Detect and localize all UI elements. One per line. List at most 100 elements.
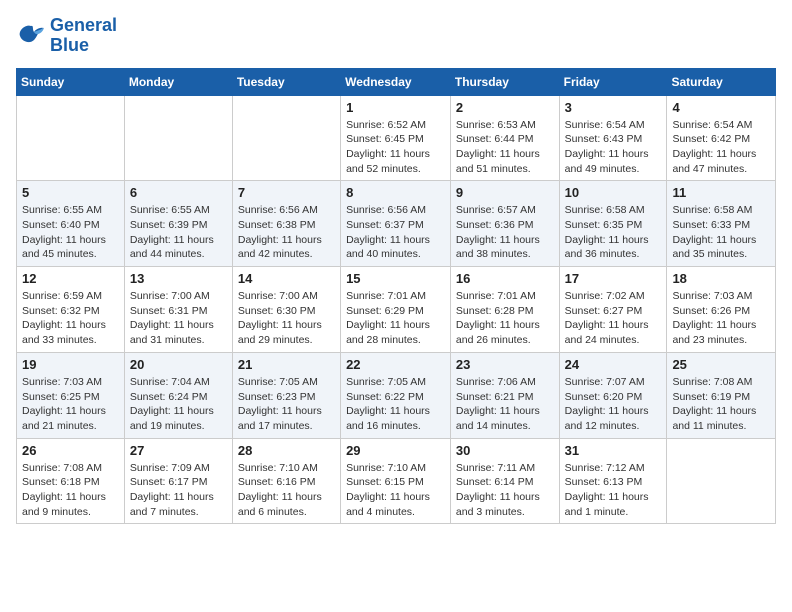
day-number: 16 xyxy=(456,271,554,286)
calendar-table: SundayMondayTuesdayWednesdayThursdayFrid… xyxy=(16,68,776,525)
calendar-cell: 4Sunrise: 6:54 AM Sunset: 6:42 PM Daylig… xyxy=(667,95,776,181)
day-info: Sunrise: 6:56 AM Sunset: 6:38 PM Dayligh… xyxy=(238,203,335,262)
calendar-cell: 10 Sunrise: 6:58 AM Sunset: 6:35 PM Dayli… xyxy=(559,181,667,267)
day-info: Sunrise: 7:08 AM Sunset: 6:19 PM Dayligh… xyxy=(672,375,770,434)
calendar-cell: 6Sunrise: 6:55 AM Sunset: 6:39 PM Daylig… xyxy=(124,181,232,267)
calendar-cell: 3 Sunrise: 6:54 AM Sunset: 6:43 PM Daylig… xyxy=(559,95,667,181)
day-number: 3 xyxy=(565,100,662,115)
weekday-friday: Friday xyxy=(559,68,667,95)
calendar-cell: 20Sunrise: 7:04 AM Sunset: 6:24 PM Dayli… xyxy=(124,352,232,438)
calendar-cell xyxy=(232,95,340,181)
day-info: Sunrise: 6:58 AM Sunset: 6:35 PM Dayligh… xyxy=(565,203,662,262)
day-number: 20 xyxy=(130,357,227,372)
day-number: 26 xyxy=(22,443,119,458)
weekday-saturday: Saturday xyxy=(667,68,776,95)
day-info: Sunrise: 7:00 AM Sunset: 6:31 PM Dayligh… xyxy=(130,289,227,348)
calendar-cell xyxy=(17,95,125,181)
day-info: Sunrise: 6:56 AM Sunset: 6:37 PM Dayligh… xyxy=(346,203,445,262)
day-info: Sunrise: 6:52 AM Sunset: 6:45 PM Dayligh… xyxy=(346,118,445,177)
day-info: Sunrise: 7:07 AM Sunset: 6:20 PM Dayligh… xyxy=(565,375,662,434)
page-header: General Blue xyxy=(16,16,776,56)
day-info: Sunrise: 6:54 AM Sunset: 6:42 PM Dayligh… xyxy=(672,118,770,177)
calendar-cell: 16 Sunrise: 7:01 AM Sunset: 6:28 PM Dayli… xyxy=(450,267,559,353)
day-info: Sunrise: 7:06 AM Sunset: 6:21 PM Dayligh… xyxy=(456,375,554,434)
week-row-2: 5Sunrise: 6:55 AM Sunset: 6:40 PM Daylig… xyxy=(17,181,776,267)
day-number: 15 xyxy=(346,271,445,286)
week-row-1: 1 Sunrise: 6:52 AM Sunset: 6:45 PM Daylig… xyxy=(17,95,776,181)
weekday-sunday: Sunday xyxy=(17,68,125,95)
day-number: 2 xyxy=(456,100,554,115)
calendar-cell: 26 Sunrise: 7:08 AM Sunset: 6:18 PM Dayli… xyxy=(17,438,125,524)
day-number: 29 xyxy=(346,443,445,458)
day-number: 9 xyxy=(456,185,554,200)
calendar-cell: 21 Sunrise: 7:05 AM Sunset: 6:23 PM Dayli… xyxy=(232,352,340,438)
day-number: 14 xyxy=(238,271,335,286)
day-number: 24 xyxy=(565,357,662,372)
day-info: Sunrise: 7:09 AM Sunset: 6:17 PM Dayligh… xyxy=(130,461,227,520)
day-info: Sunrise: 7:12 AM Sunset: 6:13 PM Dayligh… xyxy=(565,461,662,520)
day-number: 12 xyxy=(22,271,119,286)
day-number: 13 xyxy=(130,271,227,286)
day-info: Sunrise: 7:00 AM Sunset: 6:30 PM Dayligh… xyxy=(238,289,335,348)
week-row-4: 19 Sunrise: 7:03 AM Sunset: 6:25 PM Dayli… xyxy=(17,352,776,438)
day-number: 27 xyxy=(130,443,227,458)
day-number: 31 xyxy=(565,443,662,458)
logo-icon xyxy=(16,22,46,50)
day-info: Sunrise: 7:03 AM Sunset: 6:25 PM Dayligh… xyxy=(22,375,119,434)
calendar-cell xyxy=(124,95,232,181)
day-info: Sunrise: 6:54 AM Sunset: 6:43 PM Dayligh… xyxy=(565,118,662,177)
day-number: 11 xyxy=(672,185,770,200)
calendar-cell: 25Sunrise: 7:08 AM Sunset: 6:19 PM Dayli… xyxy=(667,352,776,438)
day-info: Sunrise: 6:57 AM Sunset: 6:36 PM Dayligh… xyxy=(456,203,554,262)
calendar-cell: 14 Sunrise: 7:00 AM Sunset: 6:30 PM Dayli… xyxy=(232,267,340,353)
day-number: 21 xyxy=(238,357,335,372)
day-number: 17 xyxy=(565,271,662,286)
day-number: 28 xyxy=(238,443,335,458)
weekday-tuesday: Tuesday xyxy=(232,68,340,95)
calendar-cell: 9 Sunrise: 6:57 AM Sunset: 6:36 PM Daylig… xyxy=(450,181,559,267)
calendar-cell: 13 Sunrise: 7:00 AM Sunset: 6:31 PM Dayli… xyxy=(124,267,232,353)
day-number: 6 xyxy=(130,185,227,200)
weekday-thursday: Thursday xyxy=(450,68,559,95)
day-info: Sunrise: 6:59 AM Sunset: 6:32 PM Dayligh… xyxy=(22,289,119,348)
calendar-cell: 1 Sunrise: 6:52 AM Sunset: 6:45 PM Daylig… xyxy=(341,95,451,181)
calendar-cell: 5Sunrise: 6:55 AM Sunset: 6:40 PM Daylig… xyxy=(17,181,125,267)
day-number: 10 xyxy=(565,185,662,200)
day-number: 8 xyxy=(346,185,445,200)
day-info: Sunrise: 7:11 AM Sunset: 6:14 PM Dayligh… xyxy=(456,461,554,520)
day-info: Sunrise: 7:10 AM Sunset: 6:15 PM Dayligh… xyxy=(346,461,445,520)
day-info: Sunrise: 7:01 AM Sunset: 6:29 PM Dayligh… xyxy=(346,289,445,348)
day-info: Sunrise: 6:58 AM Sunset: 6:33 PM Dayligh… xyxy=(672,203,770,262)
calendar-cell: 28 Sunrise: 7:10 AM Sunset: 6:16 PM Dayli… xyxy=(232,438,340,524)
logo-text: General Blue xyxy=(50,16,117,56)
day-info: Sunrise: 7:05 AM Sunset: 6:22 PM Dayligh… xyxy=(346,375,445,434)
day-info: Sunrise: 7:05 AM Sunset: 6:23 PM Dayligh… xyxy=(238,375,335,434)
logo: General Blue xyxy=(16,16,117,56)
weekday-wednesday: Wednesday xyxy=(341,68,451,95)
day-info: Sunrise: 6:55 AM Sunset: 6:40 PM Dayligh… xyxy=(22,203,119,262)
calendar-cell: 12 Sunrise: 6:59 AM Sunset: 6:32 PM Dayli… xyxy=(17,267,125,353)
day-number: 18 xyxy=(672,271,770,286)
day-info: Sunrise: 6:53 AM Sunset: 6:44 PM Dayligh… xyxy=(456,118,554,177)
day-info: Sunrise: 7:01 AM Sunset: 6:28 PM Dayligh… xyxy=(456,289,554,348)
day-info: Sunrise: 7:02 AM Sunset: 6:27 PM Dayligh… xyxy=(565,289,662,348)
weekday-monday: Monday xyxy=(124,68,232,95)
day-number: 7 xyxy=(238,185,335,200)
calendar-cell: 7 Sunrise: 6:56 AM Sunset: 6:38 PM Daylig… xyxy=(232,181,340,267)
calendar-cell: 17 Sunrise: 7:02 AM Sunset: 6:27 PM Dayli… xyxy=(559,267,667,353)
calendar-cell: 24 Sunrise: 7:07 AM Sunset: 6:20 PM Dayli… xyxy=(559,352,667,438)
day-number: 19 xyxy=(22,357,119,372)
calendar-cell: 2 Sunrise: 6:53 AM Sunset: 6:44 PM Daylig… xyxy=(450,95,559,181)
day-number: 22 xyxy=(346,357,445,372)
calendar-cell: 30 Sunrise: 7:11 AM Sunset: 6:14 PM Dayli… xyxy=(450,438,559,524)
weekday-header-row: SundayMondayTuesdayWednesdayThursdayFrid… xyxy=(17,68,776,95)
calendar-cell: 8 Sunrise: 6:56 AM Sunset: 6:37 PM Daylig… xyxy=(341,181,451,267)
calendar-cell: 31 Sunrise: 7:12 AM Sunset: 6:13 PM Dayli… xyxy=(559,438,667,524)
calendar-cell: 11 Sunrise: 6:58 AM Sunset: 6:33 PM Dayli… xyxy=(667,181,776,267)
day-info: Sunrise: 7:10 AM Sunset: 6:16 PM Dayligh… xyxy=(238,461,335,520)
day-number: 1 xyxy=(346,100,445,115)
day-number: 30 xyxy=(456,443,554,458)
calendar-cell xyxy=(667,438,776,524)
day-info: Sunrise: 7:08 AM Sunset: 6:18 PM Dayligh… xyxy=(22,461,119,520)
calendar-cell: 29 Sunrise: 7:10 AM Sunset: 6:15 PM Dayli… xyxy=(341,438,451,524)
